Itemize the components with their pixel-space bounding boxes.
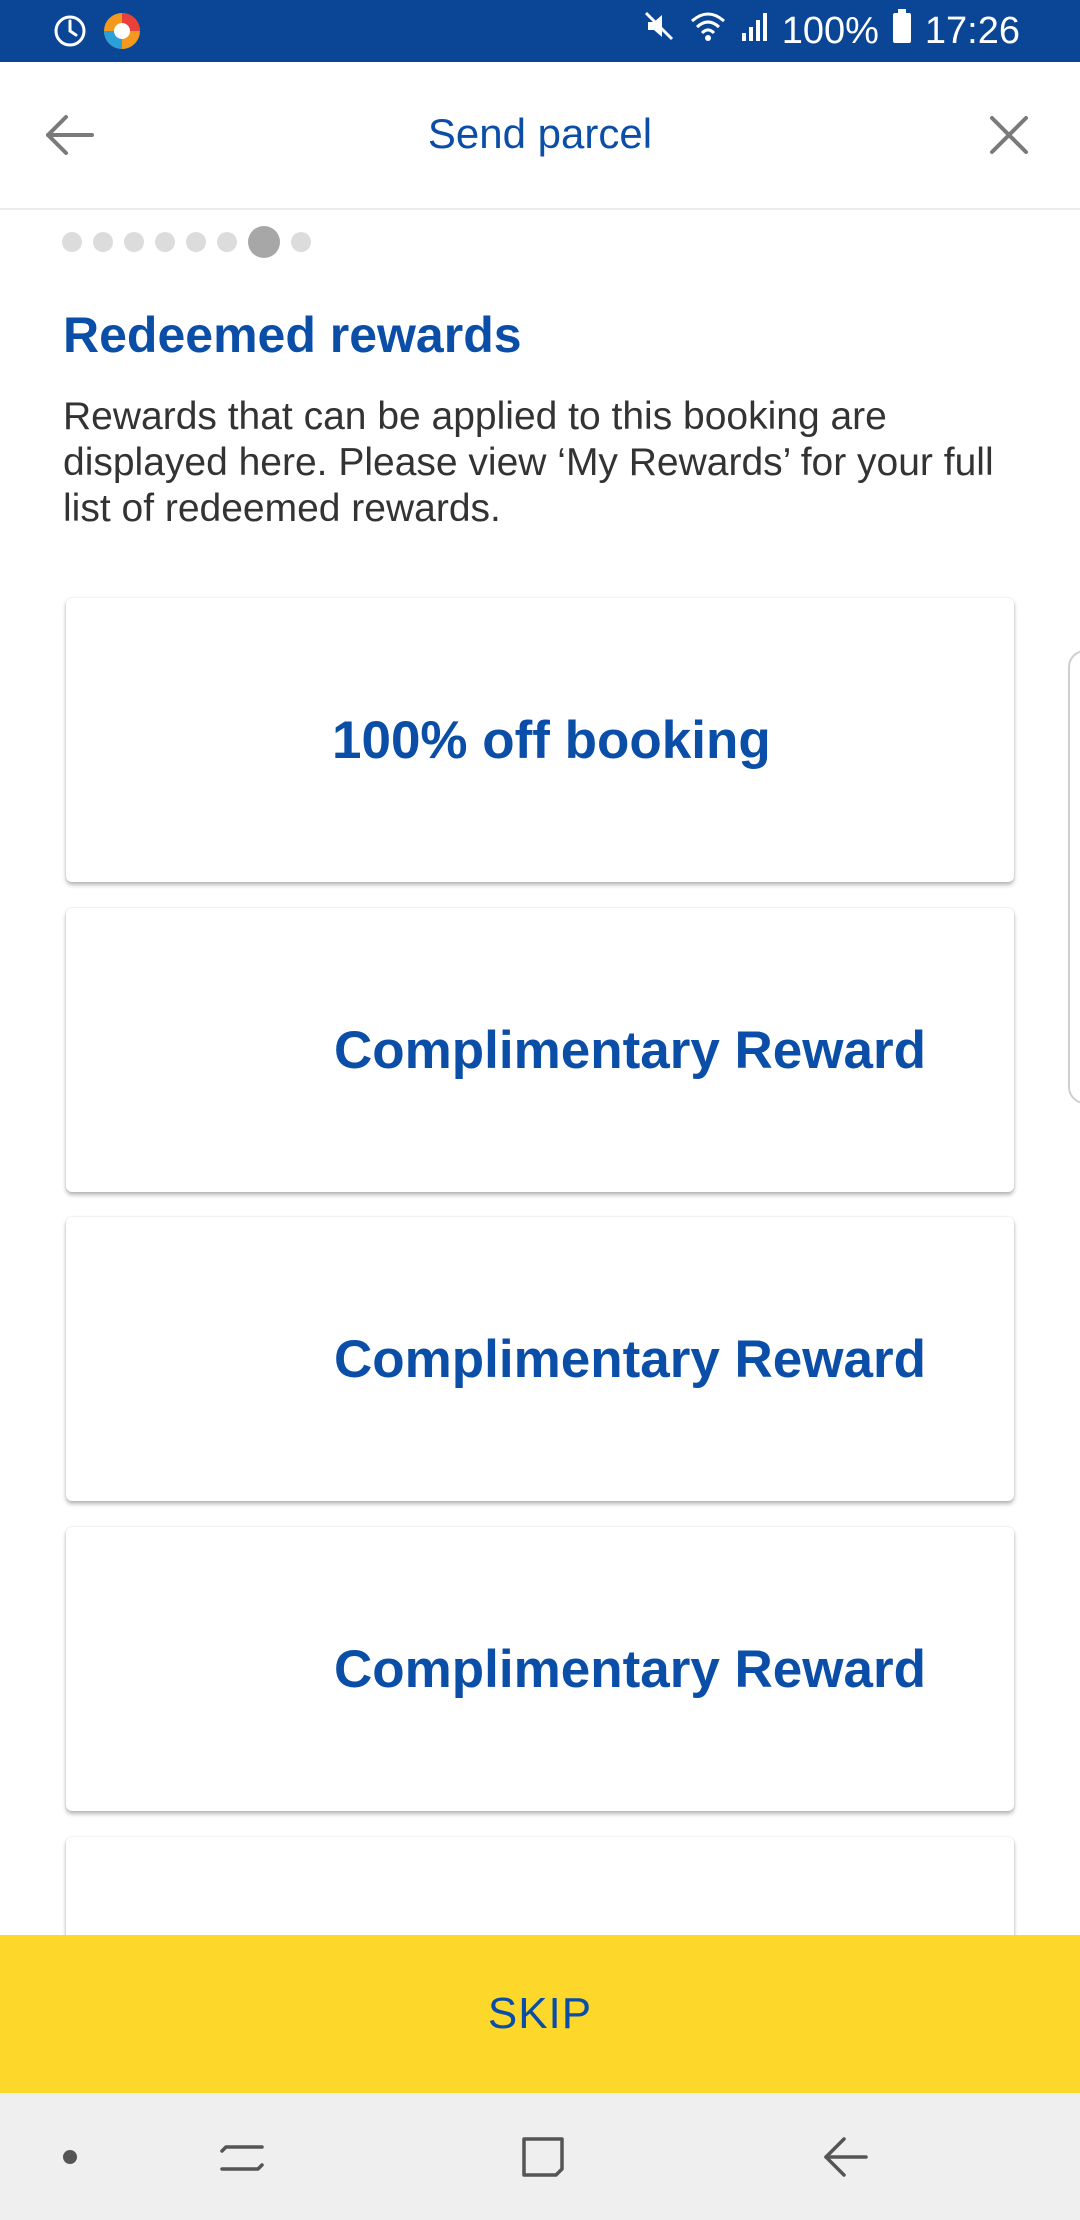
status-right: 100% 17:26 [642,8,1020,54]
home-button[interactable] [514,2127,574,2187]
reward-label: Complimentary Reward [334,1020,926,1080]
close-icon [990,116,1028,154]
system-nav-bar [0,2093,1080,2220]
battery-percentage: 100% [781,10,879,52]
status-time: 17:26 [924,10,1020,52]
progress-dot [93,232,113,252]
reward-card[interactable]: 100% off booking [66,598,1014,882]
section-description: Rewards that can be applied to this book… [63,395,994,530]
progress-dot [291,232,311,252]
nav-dot-button[interactable] [40,2127,100,2187]
section-title: Redeemed rewards [63,307,522,363]
recents-button[interactable] [212,2127,272,2187]
screen: 100% 17:26 Send parcel Redeemed rewards … [0,0,1080,2220]
sync-icon [52,13,88,54]
close-button[interactable] [984,110,1034,160]
page-title: Send parcel [427,110,653,157]
app-header: Send parcel [0,62,1080,210]
reward-label: Complimentary Reward [334,1639,926,1699]
battery-icon [891,8,913,54]
reward-card[interactable]: Complimentary Reward [66,908,1014,1192]
wifi-icon [688,9,728,53]
status-bar: 100% 17:26 [0,0,1080,62]
progress-dot [124,232,144,252]
reward-card[interactable]: Complimentary Reward [66,1217,1014,1501]
reward-label: Complimentary Reward [334,1329,926,1389]
skip-button[interactable]: SKIP [0,1935,1080,2093]
edge-panel-handle[interactable] [1068,650,1080,1104]
dot-icon [63,2150,77,2164]
back-icon [824,2137,868,2177]
progress-dot [62,232,82,252]
progress-dot-current [248,226,280,258]
reward-label: 100% off booking [332,710,771,770]
step-progress-indicator [62,226,322,258]
progress-dot [186,232,206,252]
recents-icon [220,2145,264,2171]
back-nav-button[interactable] [816,2127,876,2187]
mute-icon [642,9,676,53]
browser-app-icon [102,11,142,56]
status-left [52,11,142,56]
home-icon [522,2137,564,2177]
signal-icon [740,9,770,53]
progress-dot [155,232,175,252]
progress-dot [217,232,237,252]
reward-card[interactable]: Complimentary Reward [66,1527,1014,1811]
